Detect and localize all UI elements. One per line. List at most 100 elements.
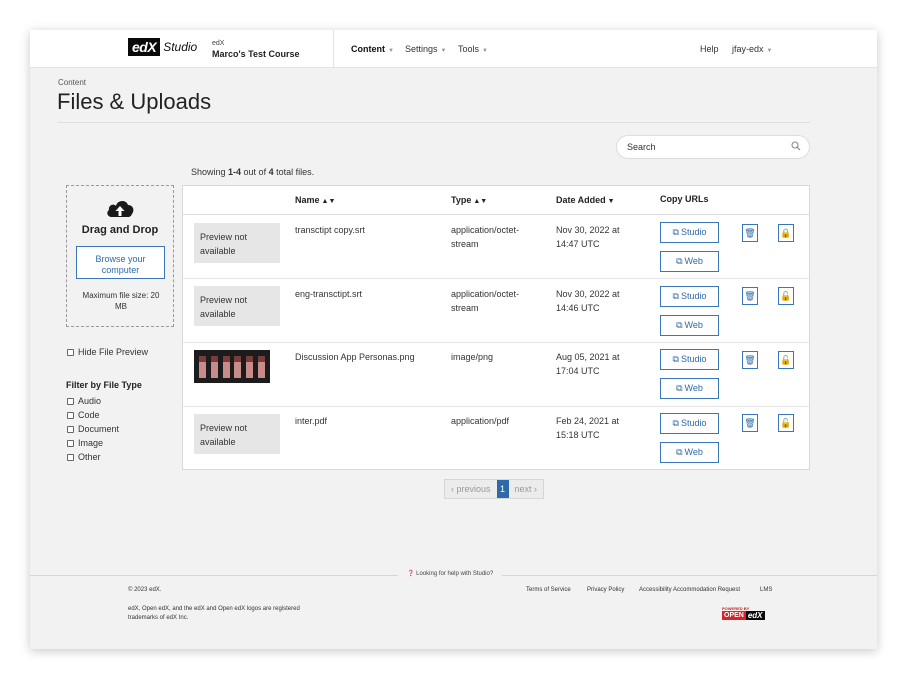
breadcrumb[interactable]: Content bbox=[58, 78, 86, 87]
column-header-name[interactable]: Name ▲▼ bbox=[295, 195, 335, 205]
results-prefix: Showing bbox=[191, 167, 229, 177]
lock-toggle-button[interactable]: 🔓 bbox=[778, 287, 794, 305]
user-name: jfay-edx bbox=[732, 44, 764, 54]
user-menu[interactable]: jfay-edx ▼ bbox=[732, 44, 772, 54]
filter-image-label[interactable]: Image bbox=[78, 438, 103, 448]
file-date-line2: 17:04 UTC bbox=[556, 366, 600, 376]
preview-placeholder: Preview not available bbox=[194, 414, 280, 454]
filter-audio-checkbox[interactable] bbox=[67, 398, 74, 405]
hide-preview-label[interactable]: Hide File Preview bbox=[78, 347, 148, 357]
delete-button[interactable]: 🗑 bbox=[742, 414, 758, 432]
copy-web-url-button[interactable]: ⧉ Web bbox=[660, 251, 719, 272]
type-header-label: Type bbox=[451, 195, 472, 205]
filter-audio-label[interactable]: Audio bbox=[78, 396, 101, 406]
next-page-button[interactable]: next › bbox=[509, 484, 544, 494]
course-org: edX bbox=[212, 40, 225, 47]
browse-label-line2: computer bbox=[101, 265, 140, 275]
filter-code-checkbox[interactable] bbox=[67, 412, 74, 419]
copy-web-url-button[interactable]: ⧉ Web bbox=[660, 378, 719, 399]
name-header-label: Name bbox=[295, 195, 320, 205]
results-middle: out of bbox=[241, 167, 269, 177]
delete-button[interactable]: 🗑 bbox=[742, 224, 758, 242]
edx-label: edX bbox=[745, 611, 765, 620]
nav-tools[interactable]: Tools ▼ bbox=[458, 44, 488, 54]
copy-studio-url-button[interactable]: ⧉ Studio bbox=[660, 413, 719, 434]
nav-tools-label: Tools bbox=[458, 44, 480, 54]
previous-page-button[interactable]: ‹ previous bbox=[445, 484, 497, 494]
help-label: Looking for help with Studio? bbox=[416, 571, 494, 577]
nav-content[interactable]: Content ▼ bbox=[351, 44, 394, 54]
filter-other-checkbox[interactable] bbox=[67, 454, 74, 461]
powered-by-open-edx-logo[interactable]: POWERED BY OPEN edX bbox=[722, 606, 765, 620]
copy-web-url-button[interactable]: ⧉ Web bbox=[660, 442, 719, 463]
current-page[interactable]: 1 bbox=[496, 480, 509, 498]
copy-web-url-button[interactable]: ⧉ Web bbox=[660, 315, 719, 336]
file-name[interactable]: inter.pdf bbox=[295, 414, 327, 428]
accessibility-link[interactable]: Accessibility Accommodation Request bbox=[639, 586, 740, 595]
copy-studio-url-button[interactable]: ⧉ Studio bbox=[660, 222, 719, 243]
file-date-line1: Nov 30, 2022 at bbox=[556, 289, 620, 299]
web-label: Web bbox=[684, 320, 703, 330]
copy-studio-url-button[interactable]: ⧉ Studio bbox=[660, 286, 719, 307]
column-header-date[interactable]: Date Added ▼ bbox=[556, 195, 615, 205]
file-name[interactable]: transctipt copy.srt bbox=[295, 223, 365, 237]
file-date: Aug 05, 2021 at 17:04 UTC bbox=[556, 350, 620, 378]
chevron-right-icon: › bbox=[531, 484, 538, 494]
copy-icon: ⧉ bbox=[672, 354, 679, 364]
lock-toggle-button[interactable]: 🔒 bbox=[778, 224, 794, 242]
row-divider bbox=[182, 406, 810, 407]
search-input[interactable] bbox=[616, 135, 810, 159]
filter-document-checkbox[interactable] bbox=[67, 426, 74, 433]
privacy-link[interactable]: Privacy Policy bbox=[587, 586, 624, 595]
browse-computer-button[interactable]: Browse your computer bbox=[76, 246, 165, 279]
studio-logo[interactable]: edX Studio bbox=[128, 38, 197, 56]
terms-link[interactable]: Terms of Service bbox=[526, 586, 571, 595]
image-thumbnail bbox=[194, 350, 270, 383]
delete-button[interactable]: 🗑 bbox=[742, 287, 758, 305]
sort-icon: ▲▼ bbox=[321, 198, 336, 205]
lock-toggle-button[interactable]: 🔓 bbox=[778, 414, 794, 432]
header-divider bbox=[333, 30, 334, 68]
help-link[interactable]: Help bbox=[700, 44, 719, 54]
copy-icon: ⧉ bbox=[672, 418, 679, 428]
row-divider bbox=[182, 342, 810, 343]
unlock-icon: 🔓 bbox=[780, 418, 792, 428]
open-edx-mark: OPEN edX bbox=[722, 611, 765, 620]
chevron-down-icon: ▼ bbox=[388, 48, 394, 54]
dropzone-title: Drag and Drop bbox=[81, 224, 159, 236]
filter-document-label[interactable]: Document bbox=[78, 424, 119, 434]
row-divider bbox=[182, 278, 810, 279]
filter-code-label[interactable]: Code bbox=[78, 410, 100, 420]
hide-preview-checkbox[interactable] bbox=[67, 349, 74, 356]
edx-logo-mark: edX bbox=[128, 38, 161, 56]
preview-line1: Preview not bbox=[200, 423, 248, 433]
web-label: Web bbox=[684, 447, 703, 457]
lms-link[interactable]: LMS bbox=[760, 586, 772, 595]
title-divider bbox=[57, 122, 810, 123]
trademark-notice: edX, Open edX, and the edX and Open edX … bbox=[128, 605, 300, 623]
previous-label: previous bbox=[456, 484, 491, 494]
file-name[interactable]: eng-transctipt.srt bbox=[295, 287, 362, 301]
trash-icon: 🗑 bbox=[744, 355, 756, 365]
cloud-upload-icon bbox=[107, 200, 134, 217]
copy-icon: ⧉ bbox=[676, 383, 683, 393]
delete-button[interactable]: 🗑 bbox=[742, 351, 758, 369]
course-name[interactable]: Marco's Test Course bbox=[212, 49, 300, 59]
file-date-line2: 15:18 UTC bbox=[556, 430, 600, 440]
chevron-down-icon: ▼ bbox=[766, 48, 773, 54]
studio-help-link[interactable]: ❓ Looking for help with Studio? bbox=[398, 565, 503, 583]
sort-down-icon: ▼ bbox=[607, 198, 615, 205]
filter-other-label[interactable]: Other bbox=[78, 452, 101, 462]
pagination: ‹ previous 1 next › bbox=[444, 479, 545, 499]
file-name[interactable]: Discussion App Personas.png bbox=[295, 350, 415, 364]
column-header-type[interactable]: Type ▲▼ bbox=[451, 195, 487, 205]
lock-toggle-button[interactable]: 🔓 bbox=[778, 351, 794, 369]
filter-image-checkbox[interactable] bbox=[67, 440, 74, 447]
header-divider bbox=[182, 214, 810, 215]
search-icon[interactable] bbox=[791, 141, 801, 151]
nav-settings[interactable]: Settings ▼ bbox=[405, 44, 446, 54]
file-dropzone[interactable]: Drag and Drop Browse your computer Maximu… bbox=[66, 185, 174, 327]
column-header-copy-urls: Copy URLs bbox=[660, 194, 709, 204]
preview-line2: available bbox=[200, 309, 236, 319]
copy-studio-url-button[interactable]: ⧉ Studio bbox=[660, 349, 719, 370]
